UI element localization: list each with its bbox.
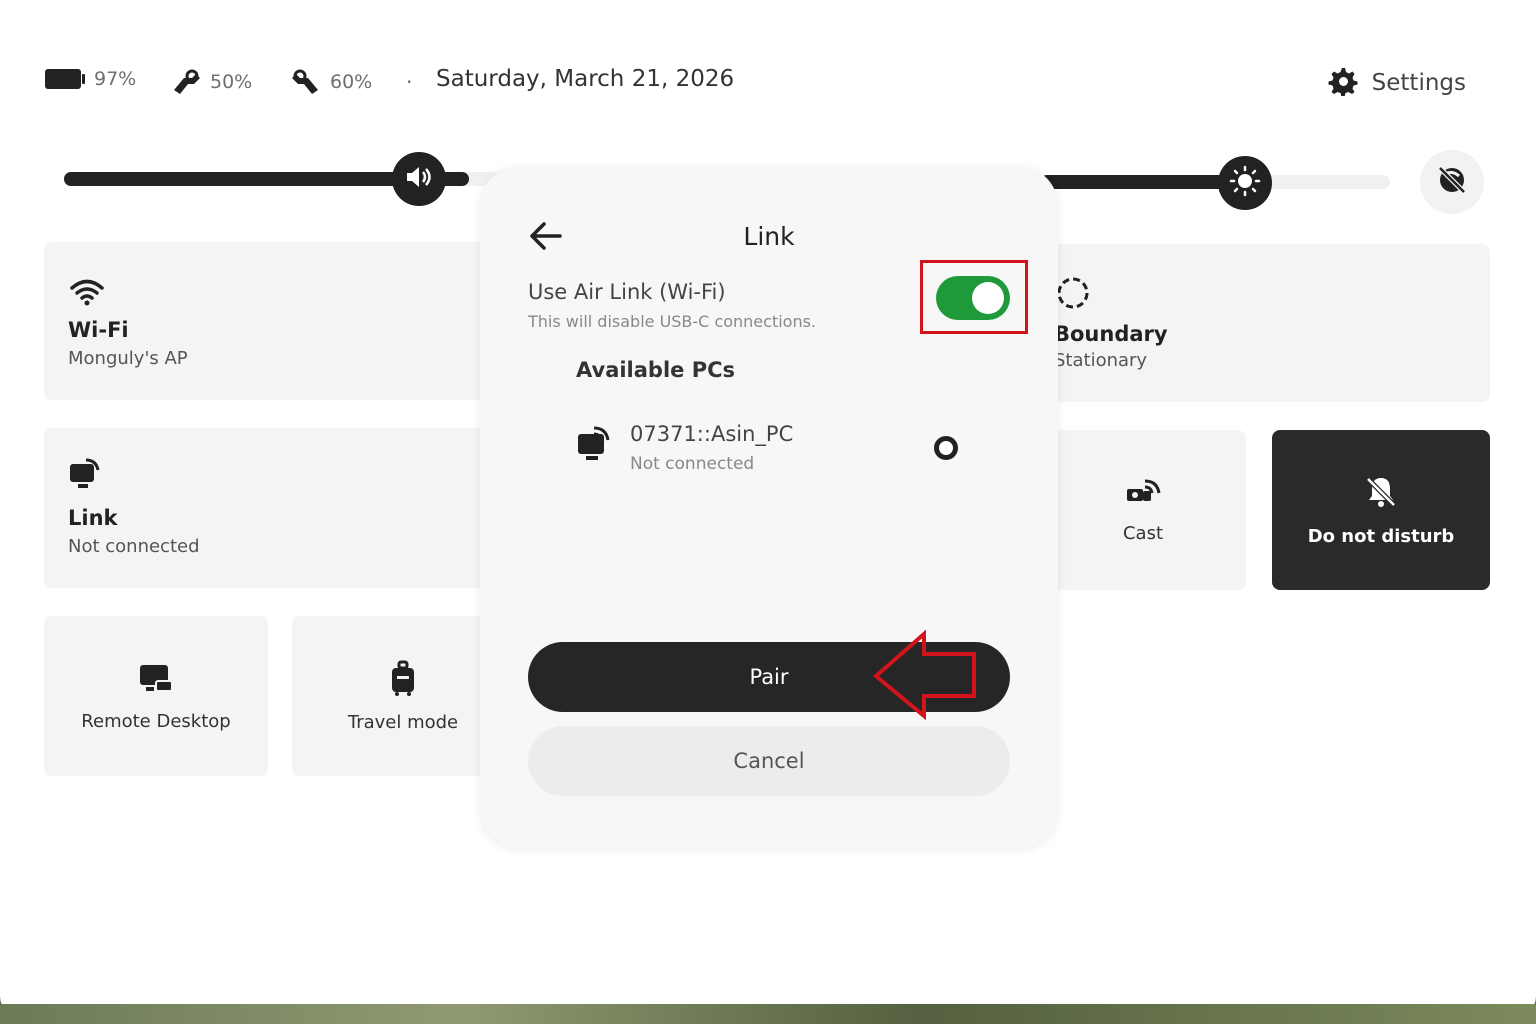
- passthrough-off-button[interactable]: [1420, 150, 1484, 214]
- remote-desktop-icon: [138, 661, 174, 699]
- remote-desktop-label: Remote Desktop: [81, 710, 231, 732]
- wifi-network-name: Monguly's AP: [68, 348, 188, 369]
- link-dialog: Link Use Air Link (Wi-Fi) This will disa…: [480, 166, 1058, 848]
- eye-off-icon: [1434, 162, 1470, 202]
- bell-off-icon: [1363, 474, 1399, 514]
- link-status: Not connected: [68, 536, 200, 557]
- link-tile[interactable]: Link Not connected: [44, 428, 514, 588]
- boundary-icon: [1056, 276, 1090, 314]
- brightness-slider-fill: [1040, 175, 1243, 189]
- air-link-label: Use Air Link (Wi-Fi): [528, 280, 726, 304]
- wifi-tile[interactable]: Wi-Fi Monguly's AP: [44, 242, 514, 400]
- volume-slider-handle[interactable]: [392, 152, 446, 206]
- toggle-highlight-annotation: [920, 260, 1028, 334]
- right-controller-battery-value: 60%: [330, 71, 373, 93]
- do-not-disturb-tile[interactable]: Do not disturb: [1272, 430, 1490, 590]
- boundary-title: Boundary: [1054, 322, 1168, 346]
- pc-list-item[interactable]: 07371::Asin_PC Not connected: [576, 416, 976, 482]
- status-separator: ·: [406, 70, 413, 94]
- date-label: Saturday, March 21, 2026: [436, 66, 735, 92]
- pc-status: Not connected: [630, 454, 755, 474]
- sun-icon: [1229, 165, 1261, 201]
- battery-icon: [44, 68, 86, 90]
- boundary-tile[interactable]: Boundary Stationary: [1040, 244, 1490, 402]
- status-bar: 97% 50% 60% · Saturday, March 21, 2026 S…: [44, 60, 1466, 104]
- air-link-note: This will disable USB-C connections.: [528, 312, 817, 331]
- luggage-icon: [389, 660, 417, 700]
- right-controller-battery: 60%: [290, 68, 372, 96]
- brightness-slider-handle[interactable]: [1218, 156, 1272, 210]
- link-pc-icon: [68, 456, 104, 498]
- wifi-title: Wi-Fi: [68, 318, 129, 342]
- settings-label: Settings: [1371, 70, 1466, 96]
- settings-button[interactable]: Settings: [1326, 64, 1466, 102]
- cast-label: Cast: [1122, 522, 1164, 544]
- gear-icon: [1326, 64, 1358, 102]
- available-pcs-heading: Available PCs: [576, 358, 736, 382]
- quick-settings-panel: 97% 50% 60% · Saturday, March 21, 2026 S…: [0, 0, 1536, 1018]
- cast-icon: [1125, 477, 1161, 511]
- remote-desktop-tile[interactable]: Remote Desktop: [44, 616, 268, 776]
- left-controller-battery-value: 50%: [210, 71, 253, 93]
- right-controller-icon: [290, 68, 322, 96]
- headset-battery-value: 97%: [94, 68, 137, 90]
- cast-tile[interactable]: Cast: [1040, 430, 1246, 590]
- pc-name: 07371::Asin_PC: [630, 422, 794, 446]
- boundary-mode: Stationary: [1054, 350, 1148, 371]
- wifi-icon: [70, 278, 104, 310]
- pc-icon: [576, 424, 614, 468]
- headset-battery: 97%: [44, 68, 136, 90]
- arrow-annotation-icon: [872, 629, 982, 726]
- travel-mode-label: Travel mode: [347, 711, 459, 733]
- do-not-disturb-label: Do not disturb: [1307, 525, 1455, 547]
- background-scenery: [0, 1004, 1536, 1024]
- left-controller-icon: [170, 68, 202, 96]
- dialog-title: Link: [743, 222, 795, 251]
- left-controller-battery: 50%: [170, 68, 252, 96]
- speaker-icon: [404, 164, 434, 194]
- link-title: Link: [68, 506, 118, 530]
- pc-radio-button[interactable]: [934, 436, 958, 460]
- brightness-slider[interactable]: [1040, 175, 1390, 189]
- cancel-button[interactable]: Cancel: [528, 726, 1010, 796]
